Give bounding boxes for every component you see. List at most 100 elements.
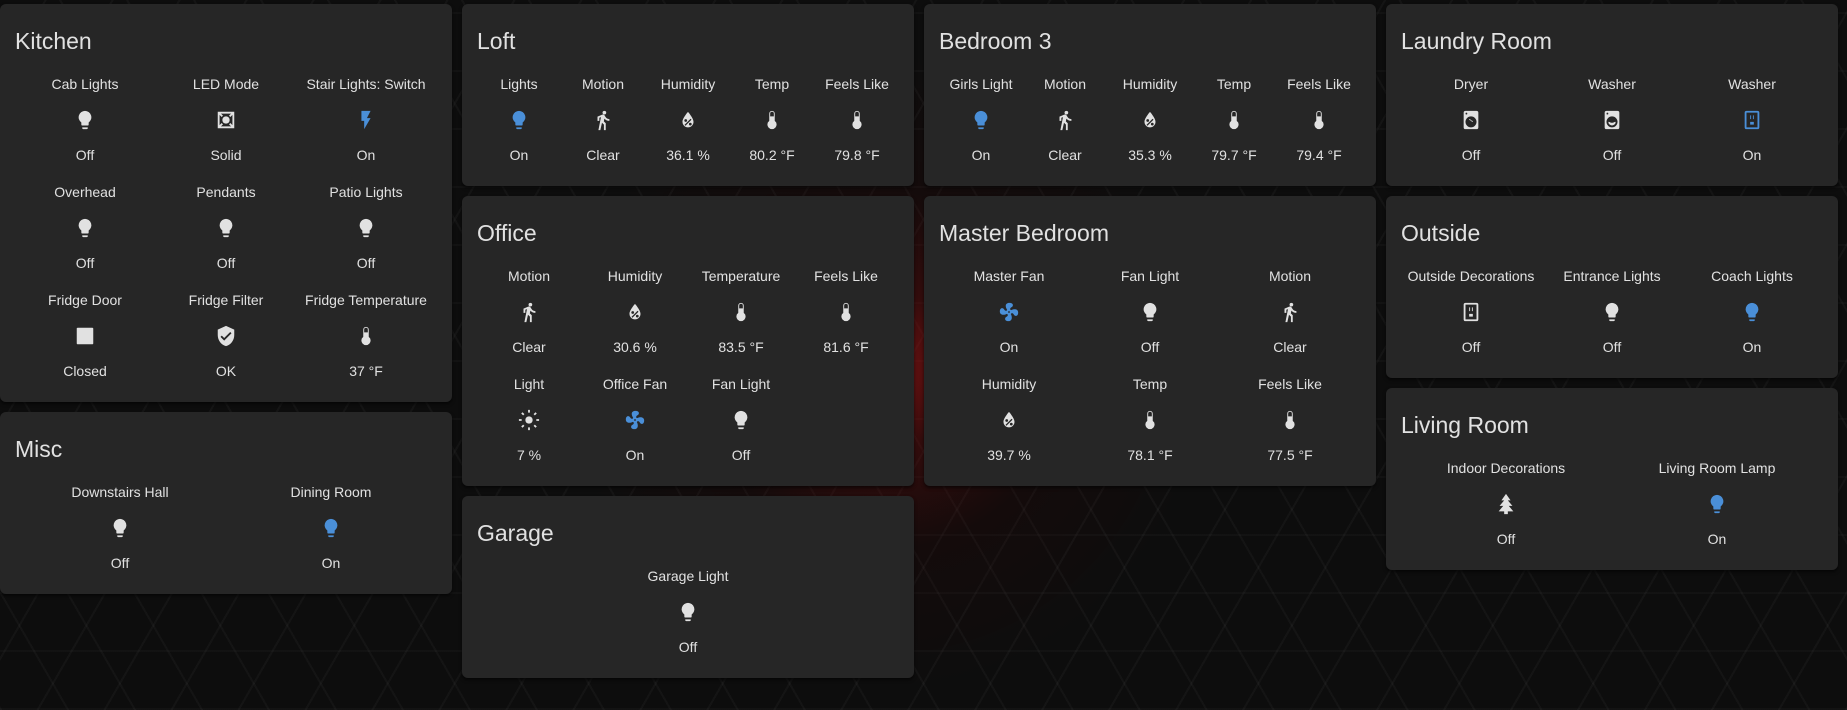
flash-icon	[354, 108, 378, 132]
entity-name: Pendants	[196, 184, 256, 200]
entity-state: On	[625, 447, 645, 463]
bulb-icon	[108, 516, 132, 540]
entity-state: On	[971, 147, 991, 163]
thermometer-icon	[1307, 108, 1331, 132]
entity-state: Off	[1461, 339, 1481, 355]
entity-state: On	[1742, 339, 1762, 355]
water-percent-icon	[1138, 108, 1162, 132]
bulb-icon	[676, 600, 700, 624]
entity-state: 79.4 °F	[1296, 147, 1342, 163]
walk-icon	[591, 108, 615, 132]
door-square-icon	[73, 324, 97, 348]
card-title: Living Room	[1401, 412, 1529, 438]
entity-name: Feels Like	[1287, 76, 1351, 92]
power-socket-icon	[1459, 300, 1483, 324]
entity-state: 78.1 °F	[1127, 447, 1173, 463]
entity-name: Fan Light	[1120, 268, 1180, 284]
card-title: Kitchen	[15, 28, 92, 54]
entity-state: Solid	[210, 147, 242, 163]
entity-state: OK	[215, 363, 237, 379]
bulb-icon	[73, 216, 97, 240]
entity-name: Humidity	[607, 268, 663, 284]
power-socket-icon	[1740, 108, 1764, 132]
card-title: Office	[477, 220, 537, 246]
water-percent-icon	[997, 408, 1021, 432]
entity-state: Off	[731, 447, 751, 463]
card-garage: Garage Garage Light Off	[462, 496, 914, 678]
card-outside: Outside Outside Decorations Off Entrance…	[1386, 196, 1838, 378]
walk-icon	[1278, 300, 1302, 324]
dashboard: { "colors": { "active": "#4a8fd8", "inac…	[0, 0, 1847, 710]
card-title: Garage	[477, 520, 554, 546]
entity-state: On	[509, 147, 529, 163]
entity-name: Washer	[1728, 76, 1776, 92]
card-living-room: Living Room Indoor Decorations Off Livin…	[1386, 388, 1838, 570]
card-title: Loft	[477, 28, 516, 54]
entity-state: Off	[75, 255, 95, 271]
entity-state: Off	[1602, 339, 1622, 355]
entity-name: Fridge Filter	[188, 292, 264, 308]
entity-name: Fan Light	[711, 376, 771, 392]
fan-icon	[623, 408, 647, 432]
entity-name: Living Room Lamp	[1658, 460, 1776, 476]
thermometer-icon	[1138, 408, 1162, 432]
thermometer-icon	[1222, 108, 1246, 132]
thermometer-icon	[354, 324, 378, 348]
bulb-icon	[73, 108, 97, 132]
entity-state: On	[1742, 147, 1762, 163]
entity-name: Dining Room	[290, 484, 372, 500]
entity-name: Dryer	[1453, 76, 1489, 92]
entity-name: Master Fan	[973, 268, 1045, 284]
entity-name: Coach Lights	[1711, 268, 1793, 284]
entity-name: Feels Like	[1258, 376, 1322, 392]
water-percent-icon	[676, 108, 700, 132]
entity-name: Stair Lights: Switch	[306, 76, 426, 92]
thermometer-icon	[1278, 408, 1302, 432]
entity-state: 7 %	[516, 447, 542, 463]
bulb-icon	[507, 108, 531, 132]
entity-state: 37 °F	[349, 363, 383, 379]
bulb-icon	[354, 216, 378, 240]
bulb-icon	[1600, 300, 1624, 324]
entity-name: Patio Lights	[329, 184, 403, 200]
entity-name: Entrance Lights	[1563, 268, 1661, 284]
card-laundry-room: Laundry Room Dryer Off Washer Off Washer…	[1386, 4, 1838, 186]
entity-state: 35.3 %	[1128, 147, 1172, 163]
entity-state: Clear	[512, 339, 546, 355]
bulb-icon	[319, 516, 343, 540]
entity-name: Downstairs Hall	[71, 484, 169, 500]
card-kitchen: Kitchen Cab Lights Off LED Mode Solid St…	[0, 4, 452, 402]
card-title: Misc	[15, 436, 63, 462]
card-office: Office Motion Clear Humidity 30.6 % Temp…	[462, 196, 914, 486]
card-master-bedroom: Master Bedroom Master Fan On Fan Light O…	[924, 196, 1376, 486]
entity-name: Washer	[1588, 76, 1636, 92]
washer-icon	[1600, 108, 1624, 132]
thermometer-icon	[834, 300, 858, 324]
walk-icon	[517, 300, 541, 324]
entity-name: Indoor Decorations	[1446, 460, 1566, 476]
entity-name: Lights	[500, 76, 538, 92]
entity-name: Motion	[581, 76, 625, 92]
entity-name: Feels Like	[814, 268, 878, 284]
entity-state: Off	[1602, 147, 1622, 163]
entity-name: Overhead	[54, 184, 116, 200]
entity-name: LED Mode	[192, 76, 260, 92]
shield-check-icon	[214, 324, 238, 348]
thermometer-icon	[845, 108, 869, 132]
entity-name: Motion	[1268, 268, 1312, 284]
entity-state: 39.7 %	[987, 447, 1031, 463]
entity-name: Garage Light	[647, 568, 729, 584]
walk-icon	[1053, 108, 1077, 132]
entity-state: On	[999, 339, 1019, 355]
entity-name: Temp	[754, 76, 790, 92]
entity-name: Light	[513, 376, 545, 392]
entity-name: Motion	[1043, 76, 1087, 92]
water-percent-icon	[623, 300, 647, 324]
card-title: Outside	[1401, 220, 1481, 246]
entity-name: Temp	[1132, 376, 1168, 392]
bulb-icon	[1138, 300, 1162, 324]
bulb-icon	[214, 216, 238, 240]
entity-name: Outside Decorations	[1407, 268, 1535, 284]
entity-name: Office Fan	[602, 376, 668, 392]
card-title: Laundry Room	[1401, 28, 1552, 54]
